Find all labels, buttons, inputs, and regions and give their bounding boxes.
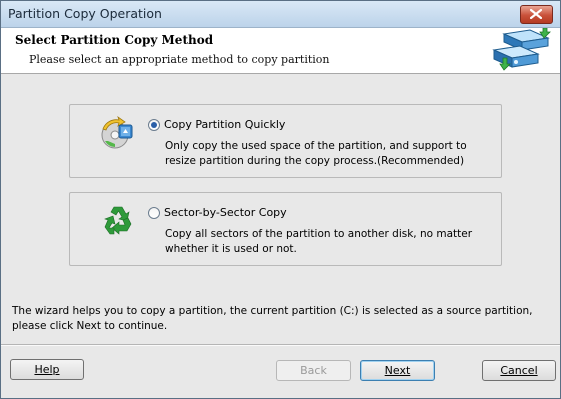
disk-copy-icon — [492, 28, 551, 71]
dialog-window: Partition Copy Operation Select Partitio… — [0, 0, 561, 399]
wizard-header: Select Partition Copy Method Please sele… — [1, 28, 560, 74]
help-button[interactable]: Help — [10, 359, 84, 380]
window-title: Partition Copy Operation — [8, 6, 162, 21]
close-button[interactable] — [520, 5, 553, 24]
copy-quickly-label[interactable]: Copy Partition Quickly — [164, 118, 285, 131]
page-title: Select Partition Copy Method — [15, 33, 214, 47]
wizard-note: The wizard helps you to copy a partition… — [12, 305, 533, 332]
copy-quickly-radio[interactable] — [148, 119, 160, 131]
recycle-icon — [104, 206, 132, 235]
page-subtitle: Please select an appropriate method to c… — [29, 53, 330, 66]
cancel-button[interactable]: Cancel — [482, 360, 556, 381]
copy-quickly-description: Only copy the used space of the partitio… — [165, 140, 467, 167]
next-button[interactable]: Next — [360, 360, 435, 381]
sector-by-sector-radio[interactable] — [148, 207, 160, 219]
cancel-button-label: Cancel — [500, 364, 538, 377]
close-icon — [530, 9, 542, 19]
option-copy-quickly[interactable]: Copy Partition Quickly Only copy the use… — [69, 104, 502, 178]
sector-by-sector-description: Copy all sectors of the partition to ano… — [165, 228, 473, 255]
help-button-label: Help — [34, 363, 60, 376]
footer-divider — [1, 344, 560, 346]
back-button[interactable]: Back — [276, 360, 351, 381]
next-button-label: Next — [384, 364, 411, 377]
title-bar: Partition Copy Operation — [1, 1, 560, 28]
back-button-label: Back — [300, 364, 327, 377]
sector-by-sector-label[interactable]: Sector-by-Sector Copy — [164, 206, 287, 219]
option-sector-by-sector[interactable]: Sector-by-Sector Copy Copy all sectors o… — [69, 192, 502, 266]
quick-copy-icon — [101, 115, 133, 149]
